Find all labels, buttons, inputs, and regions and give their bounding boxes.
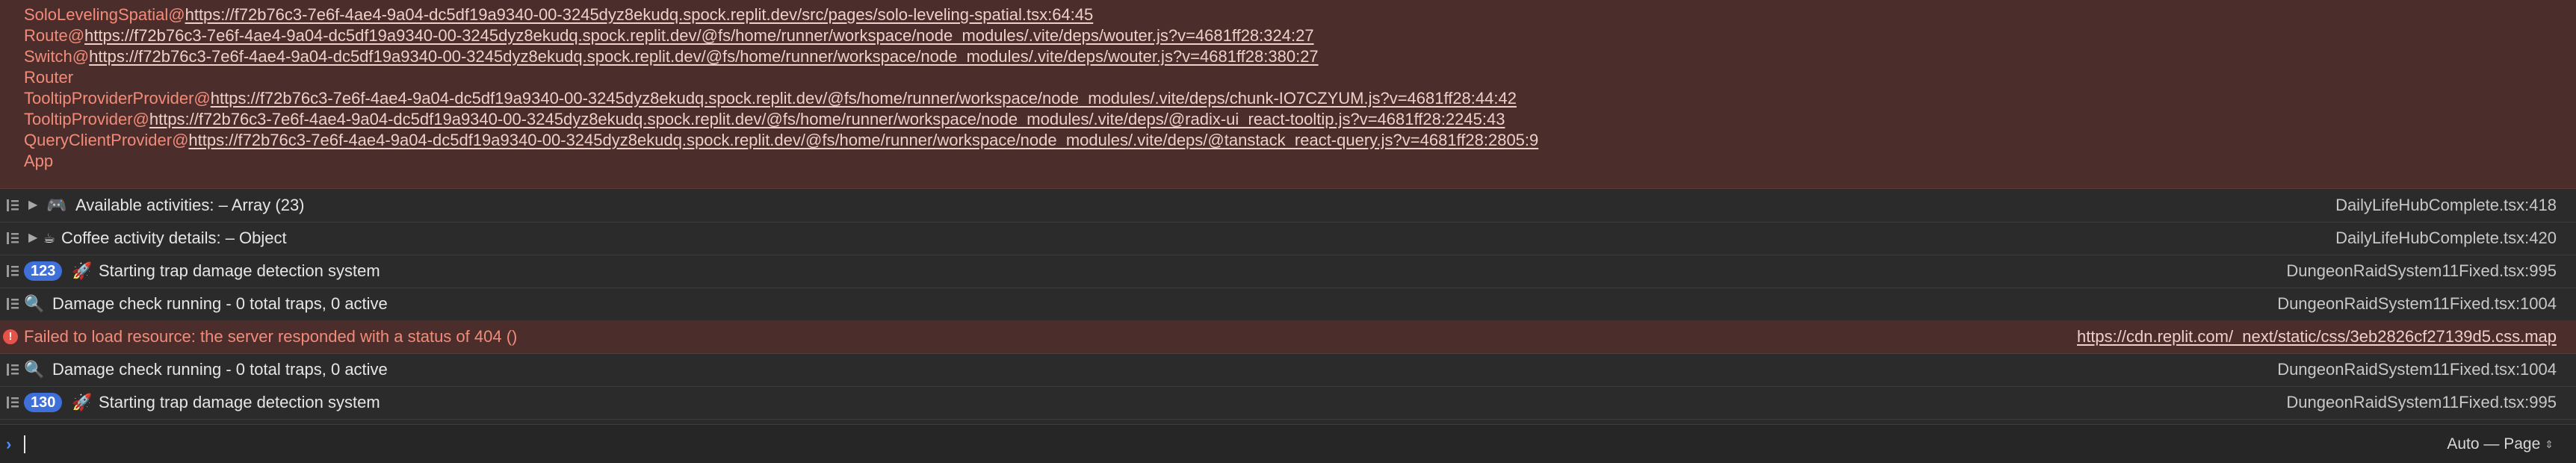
console-group-icon	[6, 231, 21, 246]
prompt-chevron-icon: ›	[6, 435, 12, 453]
log-message: Starting trap damage detection system	[99, 393, 380, 411]
console-input[interactable]	[22, 434, 2413, 455]
source-link[interactable]: DungeonRaidSystem11Fixed.tsx:1004	[2277, 353, 2557, 386]
text-caret	[24, 435, 25, 453]
stack-frame: QueryClientProvider@https://f72b76c3-7e6…	[24, 130, 1538, 151]
console-message-row[interactable]: 130 🚀 Starting trap damage detection sys…	[0, 386, 2576, 420]
console-message-row[interactable]: ▶ ☕ Coffee activity details: – Object Da…	[0, 222, 2576, 255]
execution-context-label: Auto — Page	[2447, 435, 2541, 453]
stack-url-link[interactable]: https://f72b76c3-7e6f-4ae4-9a04-dc5df19a…	[84, 26, 1314, 45]
stack-frame: Route@https://f72b76c3-7e6f-4ae4-9a04-dc…	[24, 25, 1314, 46]
console-message-row[interactable]: 🔍 Damage check running - 0 total traps, …	[0, 288, 2576, 321]
source-link[interactable]: DungeonRaidSystem11Fixed.tsx:1004	[2277, 288, 2557, 320]
stack-function: Router	[24, 68, 74, 87]
stack-url-link[interactable]: https://f72b76c3-7e6f-4ae4-9a04-dc5df19a…	[211, 89, 1517, 108]
stack-url-link[interactable]: https://f72b76c3-7e6f-4ae4-9a04-dc5df19a…	[185, 5, 1094, 24]
magnifier-icon: 🔍	[24, 360, 45, 379]
stack-frame: SoloLevelingSpatial@https://f72b76c3-7e6…	[24, 4, 1093, 25]
console-message-row[interactable]: ▶ 🎮 Available activities: – Array (23) D…	[0, 189, 2576, 223]
rocket-icon: 🚀	[72, 393, 93, 411]
stack-function: TooltipProvider@	[24, 110, 149, 128]
error-message: Failed to load resource: the server resp…	[24, 327, 518, 346]
source-link[interactable]: DungeonRaidSystem11Fixed.tsx:995	[2286, 255, 2557, 288]
source-link[interactable]: DungeonRaidSystem11Fixed.tsx:995	[2286, 386, 2557, 419]
stack-frame: Switch@https://f72b76c3-7e6f-4ae4-9a04-d…	[24, 46, 1319, 67]
stack-frame: App	[24, 151, 53, 172]
log-message: Coffee activity details: – Object	[61, 229, 287, 247]
console-message-row[interactable]: 123 🚀 Starting trap damage detection sys…	[0, 255, 2576, 288]
stack-function: Route@	[24, 26, 85, 45]
web-inspector-console: SoloLevelingSpatial@https://f72b76c3-7e6…	[0, 0, 2576, 463]
console-error-row[interactable]: ! Failed to load resource: the server re…	[0, 320, 2576, 354]
log-message: Damage check running - 0 total traps, 0 …	[52, 294, 388, 313]
console-group-icon	[6, 198, 21, 213]
execution-context-select[interactable]: Auto — Page ⇕	[2447, 425, 2554, 463]
console-group-icon	[6, 264, 21, 279]
up-down-chevron-icon: ⇕	[2545, 438, 2554, 451]
source-link[interactable]: DailyLifeHubComplete.tsx:420	[2335, 222, 2557, 255]
disclosure-triangle-icon[interactable]: ▶	[28, 189, 40, 222]
log-message: Available activities: – Array (23)	[75, 196, 305, 214]
stack-url-link[interactable]: https://f72b76c3-7e6f-4ae4-9a04-dc5df19a…	[89, 47, 1319, 66]
disclosure-triangle-icon[interactable]: ▶	[28, 222, 40, 255]
rocket-icon: 🚀	[72, 261, 93, 280]
stack-frame: TooltipProvider@https://f72b76c3-7e6f-4a…	[24, 109, 1505, 130]
repeat-count-badge: 123	[24, 261, 63, 281]
stack-function: QueryClientProvider@	[24, 131, 189, 149]
stack-url-link[interactable]: https://f72b76c3-7e6f-4ae4-9a04-dc5df19a…	[188, 131, 1538, 149]
stack-function: App	[24, 152, 54, 170]
stack-frame: TooltipProviderProvider@https://f72b76c3…	[24, 88, 1517, 109]
error-icon: !	[3, 329, 18, 344]
stack-frame: Router	[24, 67, 73, 88]
magnifier-icon: 🔍	[24, 294, 45, 313]
stack-function: Switch@	[24, 47, 90, 66]
log-message: Starting trap damage detection system	[99, 261, 380, 280]
error-stack-trace: SoloLevelingSpatial@https://f72b76c3-7e6…	[0, 0, 2576, 189]
stack-url-link[interactable]: https://f72b76c3-7e6f-4ae4-9a04-dc5df19a…	[149, 110, 1505, 128]
coffee-icon: ☕	[43, 231, 56, 246]
console-group-icon	[6, 362, 21, 377]
gamepad-icon: 🎮	[46, 196, 67, 214]
console-group-icon	[6, 296, 21, 311]
console-prompt: › Auto — Page ⇕	[0, 424, 2576, 463]
log-message: Damage check running - 0 total traps, 0 …	[52, 360, 388, 379]
repeat-count-badge: 130	[24, 393, 63, 412]
console-message-row[interactable]: 🔍 Damage check running - 0 total traps, …	[0, 353, 2576, 387]
stack-function: SoloLevelingSpatial@	[24, 5, 185, 24]
stack-function: TooltipProviderProvider@	[24, 89, 211, 108]
console-group-icon	[6, 395, 21, 410]
source-link[interactable]: DailyLifeHubComplete.tsx:418	[2335, 189, 2557, 222]
resource-url-link[interactable]: https://cdn.replit.com/_next/static/css/…	[2077, 320, 2557, 353]
